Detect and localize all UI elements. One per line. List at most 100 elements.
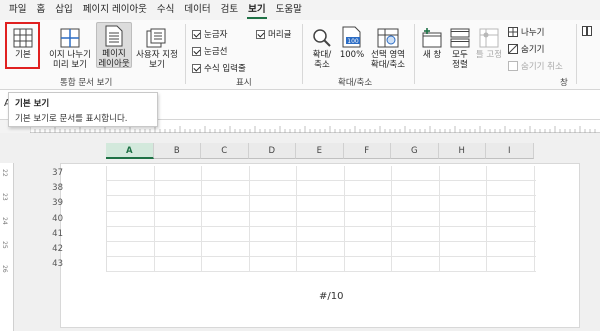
row-header-37[interactable]: 37 (44, 166, 66, 181)
unhide-button[interactable]: 숨기기 취소 (508, 60, 563, 72)
cell[interactable] (107, 257, 155, 272)
freeze-panes-button[interactable]: 틀 고정 (474, 24, 504, 60)
cell[interactable] (345, 166, 392, 181)
cell[interactable] (155, 211, 202, 226)
gridlines-checkbox[interactable]: 눈금선 (192, 45, 227, 57)
zoom-button[interactable]: 확대/ 축소 (306, 24, 338, 70)
cell[interactable] (345, 241, 392, 257)
cell[interactable] (440, 241, 487, 257)
cell[interactable] (250, 181, 297, 196)
cell[interactable] (155, 196, 202, 211)
row-header-40[interactable]: 40 (44, 212, 66, 227)
headings-checkbox[interactable]: 머리글 (256, 28, 291, 40)
page-layout-view-button[interactable]: 페이지 레이아웃 (96, 22, 132, 69)
cell[interactable] (107, 211, 155, 226)
cell[interactable] (250, 196, 297, 211)
column-header-g[interactable]: G (391, 143, 439, 159)
row-header-41[interactable]: 41 (44, 227, 66, 242)
cell[interactable] (155, 166, 202, 181)
cell[interactable] (392, 211, 440, 226)
cell[interactable] (155, 181, 202, 196)
row-header-38[interactable]: 38 (44, 181, 66, 196)
cell[interactable] (487, 166, 535, 181)
menu-tab-5[interactable]: 데이터 (179, 0, 215, 20)
cell[interactable] (155, 226, 202, 241)
cell[interactable] (487, 211, 535, 226)
cell[interactable] (202, 226, 250, 241)
cell[interactable] (440, 166, 487, 181)
menu-tab-2[interactable]: 삽입 (50, 0, 77, 20)
cell[interactable] (392, 166, 440, 181)
arrange-all-button[interactable]: 모두 정렬 (446, 24, 474, 70)
column-header-e[interactable]: E (296, 143, 344, 159)
more-window-options[interactable] (582, 26, 595, 36)
menu-tab-3[interactable]: 페이지 레이아웃 (78, 0, 152, 20)
cell[interactable] (155, 241, 202, 257)
cell[interactable] (297, 196, 345, 211)
row-header-43[interactable]: 43 (44, 257, 66, 272)
cell[interactable] (107, 241, 155, 257)
cell[interactable] (345, 196, 392, 211)
cell[interactable] (487, 241, 535, 257)
cell[interactable] (297, 166, 345, 181)
menu-tab-7[interactable]: 보기 (243, 0, 270, 20)
cell[interactable] (392, 196, 440, 211)
row-header-39[interactable]: 39 (44, 196, 66, 211)
cell[interactable] (250, 241, 297, 257)
cell[interactable] (392, 181, 440, 196)
menu-tab-6[interactable]: 검토 (216, 0, 243, 20)
cell[interactable] (392, 226, 440, 241)
menu-tab-8[interactable]: 도움말 (271, 0, 307, 20)
cell[interactable] (155, 257, 202, 272)
split-button[interactable]: 나누기 (508, 26, 544, 38)
cell[interactable] (250, 211, 297, 226)
cell[interactable] (250, 226, 297, 241)
cell[interactable] (250, 257, 297, 272)
cell[interactable] (202, 166, 250, 181)
cell[interactable] (487, 181, 535, 196)
cell[interactable] (487, 226, 535, 241)
cell[interactable] (487, 257, 535, 272)
zoom-100-button[interactable]: 100 100% (338, 24, 366, 60)
column-header-a[interactable]: A (106, 143, 154, 159)
cell[interactable] (487, 196, 535, 211)
cell[interactable] (392, 241, 440, 257)
cell[interactable] (345, 257, 392, 272)
cell[interactable] (202, 211, 250, 226)
column-header-h[interactable]: H (438, 143, 486, 159)
cell[interactable] (392, 257, 440, 272)
column-header-i[interactable]: I (486, 143, 534, 159)
menu-tab-0[interactable]: 파일 (4, 0, 31, 20)
custom-views-button[interactable]: 사용자 지정 보기 (134, 24, 180, 70)
cell[interactable] (440, 211, 487, 226)
cell[interactable] (250, 166, 297, 181)
hide-button[interactable]: 숨기기 (508, 43, 544, 55)
cell[interactable] (345, 211, 392, 226)
cell[interactable] (297, 211, 345, 226)
cell[interactable] (107, 196, 155, 211)
ruler-checkbox[interactable]: 눈금자 (192, 28, 227, 40)
page-break-preview-button[interactable]: 이지 나누기 미리 보기 (46, 24, 94, 70)
zoom-to-selection-button[interactable]: 선택 영역 확대/축소 (366, 24, 410, 70)
cell[interactable] (345, 226, 392, 241)
column-header-b[interactable]: B (153, 143, 201, 159)
menu-tab-1[interactable]: 홈 (31, 0, 50, 20)
menu-tab-4[interactable]: 수식 (152, 0, 179, 20)
cell[interactable] (202, 241, 250, 257)
cell[interactable] (202, 257, 250, 272)
cell[interactable] (107, 226, 155, 241)
cell[interactable] (297, 181, 345, 196)
cell[interactable] (297, 257, 345, 272)
cell[interactable] (440, 181, 487, 196)
cell-grid[interactable] (106, 166, 536, 273)
cell[interactable] (440, 226, 487, 241)
cell[interactable] (440, 196, 487, 211)
column-header-c[interactable]: C (201, 143, 249, 159)
column-header-d[interactable]: D (248, 143, 296, 159)
cell[interactable] (297, 226, 345, 241)
new-window-button[interactable]: 새 창 (418, 24, 446, 60)
cell[interactable] (107, 166, 155, 181)
cell[interactable] (440, 257, 487, 272)
cell[interactable] (202, 196, 250, 211)
formula-bar-checkbox[interactable]: 수식 입력줄 (192, 62, 246, 74)
